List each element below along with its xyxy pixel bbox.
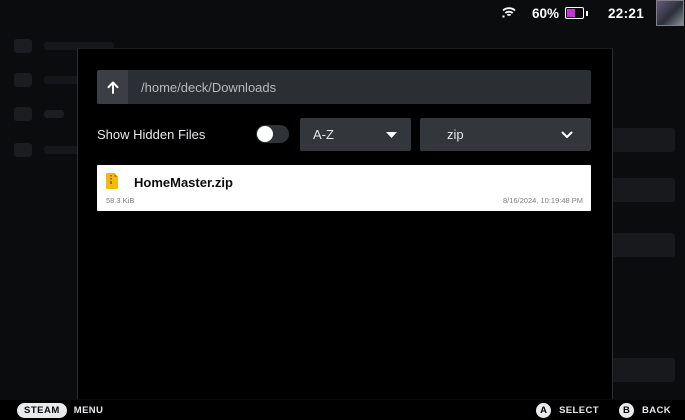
file-list: HomeMaster.zip 58.3 KiB 8/16/2024, 10:19… [97,165,591,211]
parent-directory-button[interactable] [97,70,128,104]
picker-controls: Show Hidden Files A-Z zip [97,118,591,151]
current-path[interactable]: /home/deck/Downloads [141,80,276,95]
battery-icon [564,7,584,19]
footer-actions: A SELECT B BACK [536,402,671,418]
background-button [605,128,675,152]
select-hint-label: SELECT [559,404,599,416]
back-hint-label: BACK [641,404,671,416]
background-item [14,104,64,124]
file-modified-date: 8/16/2024, 10:19:48 PM [502,196,583,205]
file-picker-dialog: /home/deck/Downloads Show Hidden Files A… [77,48,613,399]
toggle-knob [257,126,273,142]
battery-fill [566,9,576,17]
sort-order-value: A-Z [313,127,334,142]
chevron-down-icon [561,131,573,138]
path-bar: /home/deck/Downloads [97,70,591,104]
caret-down-icon [386,131,397,138]
a-button-icon[interactable]: A [536,402,552,418]
file-extension-value: zip [447,127,464,142]
steam-button[interactable]: STEAM [17,402,67,418]
battery-percent: 60% [531,5,559,21]
file-size: 58.3 KiB [106,196,135,205]
arrow-up-icon [107,81,118,94]
show-hidden-files-toggle[interactable] [256,125,289,143]
file-extension-dropdown[interactable]: zip [420,118,591,151]
background-button [605,358,675,382]
sort-order-dropdown[interactable]: A-Z [300,118,411,151]
avatar[interactable] [656,0,684,26]
zip-file-icon [105,173,119,194]
wifi-icon [502,6,516,21]
footer-bar: STEAM MENU A SELECT B BACK [0,400,685,420]
battery-tip [585,10,588,16]
menu-hint-label: MENU [73,404,104,416]
file-row[interactable]: HomeMaster.zip 58.3 KiB 8/16/2024, 10:19… [97,165,591,211]
background-button [605,178,675,202]
background-button [605,233,675,257]
clock: 22:21 [607,5,644,21]
status-bar: 60% 22:21 [0,0,685,26]
file-name: HomeMaster.zip [134,175,233,190]
show-hidden-files-label: Show Hidden Files [97,127,206,142]
b-button-icon[interactable]: B [618,402,634,418]
